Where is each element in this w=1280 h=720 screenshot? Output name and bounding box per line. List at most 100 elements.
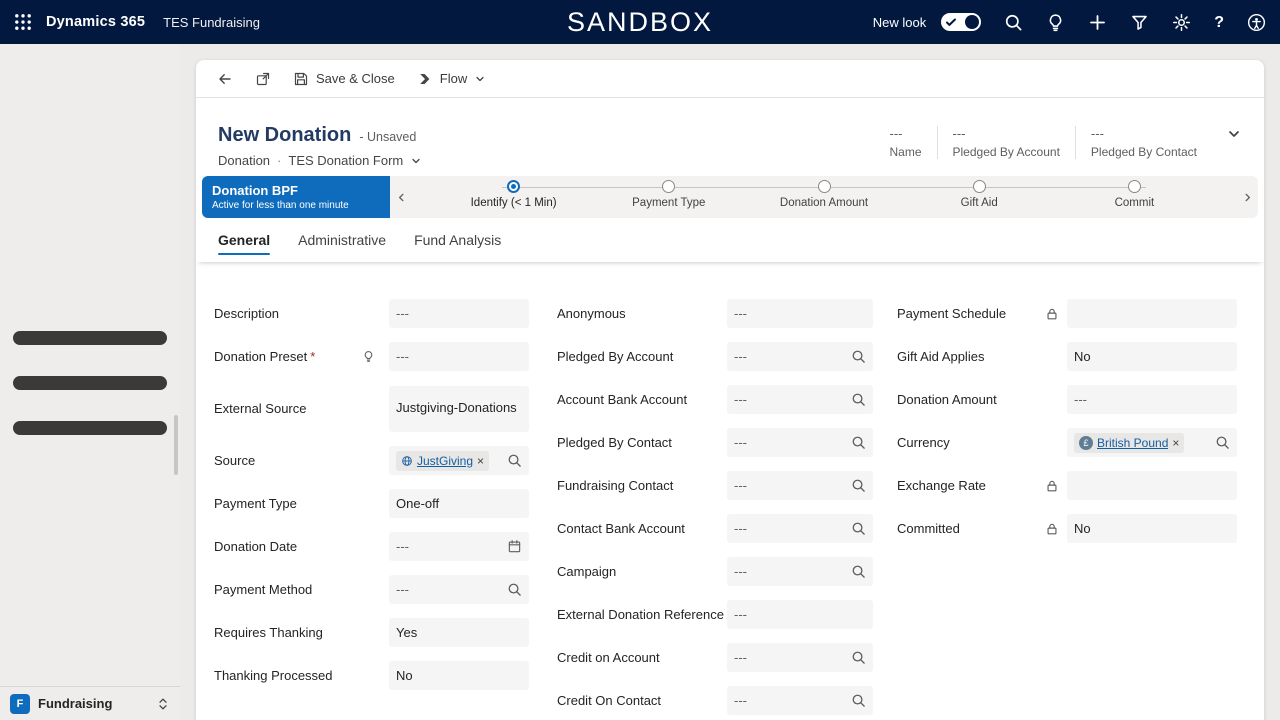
source-field[interactable]: JustGiving × (389, 446, 529, 475)
credit-on-contact-field[interactable]: --- (727, 686, 873, 715)
waffle-menu-icon[interactable] (14, 13, 32, 31)
header-summary-pledged-by-contact: --- Pledged By Contact (1074, 126, 1212, 159)
chevron-down-icon[interactable] (410, 155, 422, 167)
bpf-stage-payment-type[interactable]: Payment Type (591, 176, 746, 218)
back-button[interactable] (208, 65, 242, 93)
lookup-pill[interactable]: £ British Pound × (1074, 432, 1185, 453)
pledged-by-account-field[interactable]: --- (727, 342, 873, 371)
field-row-campaign: Campaign --- (557, 550, 897, 593)
lookup-search-icon[interactable] (851, 650, 866, 665)
lookup-link[interactable]: British Pound (1097, 436, 1168, 450)
flow-button[interactable]: Flow (408, 65, 495, 93)
donation-amount-field[interactable]: --- (1067, 385, 1237, 414)
exchange-rate-field[interactable] (1067, 471, 1237, 500)
field-label: Contact Bank Account (557, 521, 685, 536)
lookup-search-icon[interactable] (851, 693, 866, 708)
bpf-stage-identify[interactable]: Identify (< 1 Min) (436, 176, 591, 218)
new-look-toggle[interactable] (941, 13, 982, 31)
lookup-search-icon[interactable] (851, 392, 866, 407)
field-row-credit-on-account: Credit on Account --- (557, 636, 897, 679)
summary-value: --- (889, 126, 903, 141)
payment-method-field[interactable]: --- (389, 575, 529, 604)
committed-field[interactable]: No (1067, 514, 1237, 543)
summary-label: Pledged By Contact (1090, 145, 1197, 159)
lookup-search-icon[interactable] (507, 453, 522, 468)
area-name[interactable]: TES Fundraising (163, 15, 260, 30)
description-field[interactable]: --- (389, 299, 529, 328)
bpf-stage-commit[interactable]: Commit (1057, 176, 1212, 218)
anonymous-field[interactable]: --- (727, 299, 873, 328)
area-switcher[interactable]: F Fundraising (0, 686, 180, 720)
account-bank-account-field[interactable]: --- (727, 385, 873, 414)
main-content: Save & Close Flow New Donation - Unsaved (180, 44, 1280, 720)
lookup-pill[interactable]: JustGiving × (396, 450, 490, 471)
search-icon[interactable] (1004, 13, 1023, 32)
lookup-search-icon[interactable] (851, 564, 866, 579)
bpf-scroll-left[interactable] (390, 176, 412, 218)
field-value: No (1074, 521, 1091, 536)
lookup-search-icon[interactable] (851, 521, 866, 536)
lookup-link[interactable]: JustGiving (417, 454, 473, 468)
hamburger-menu-icon[interactable] (0, 65, 180, 686)
campaign-field[interactable]: --- (727, 557, 873, 586)
credit-on-account-field[interactable]: --- (727, 643, 873, 672)
requires-thanking-field[interactable]: Yes (389, 618, 529, 647)
stage-label: Commit (1114, 197, 1155, 209)
lookup-search-icon[interactable] (1215, 435, 1230, 450)
currency-field[interactable]: £ British Pound × (1067, 428, 1237, 457)
bpf-active-stage-chip[interactable]: Donation BPF Active for less than one mi… (202, 176, 390, 218)
app-name[interactable]: Dynamics 365 (46, 14, 145, 30)
settings-gear-icon[interactable] (1172, 13, 1191, 32)
accessibility-icon[interactable] (1247, 13, 1266, 32)
site-map-sidebar: Home Recent Pinned My Work Activities Da… (0, 44, 180, 720)
tab-fund-analysis[interactable]: Fund Analysis (414, 218, 501, 262)
tab-general[interactable]: General (218, 218, 271, 262)
external-source-field[interactable]: Justgiving-Donations (389, 385, 529, 432)
field-row-donation-amount: Donation Amount --- (897, 378, 1240, 421)
record-card: Save & Close Flow New Donation - Unsaved (196, 60, 1264, 720)
suggestion-bulb-icon[interactable] (362, 350, 375, 363)
entity-name: Donation (218, 153, 271, 168)
remove-value-icon[interactable]: × (1172, 437, 1179, 449)
field-row-donation-date: Donation Date --- (214, 525, 557, 568)
thanking-processed-field[interactable]: No (389, 661, 529, 690)
payment-schedule-field[interactable] (1067, 299, 1237, 328)
payment-type-field[interactable]: One-off (389, 489, 529, 518)
back-arrow-icon (217, 71, 233, 87)
fundraising-contact-field[interactable]: --- (727, 471, 873, 500)
add-icon[interactable] (1088, 13, 1107, 32)
bpf-scroll-right[interactable] (1236, 176, 1258, 218)
business-process-flow: Donation BPF Active for less than one mi… (202, 176, 1258, 218)
stage-label: Gift Aid (960, 197, 998, 209)
contact-bank-account-field[interactable]: --- (727, 514, 873, 543)
filter-icon[interactable] (1130, 13, 1149, 32)
lightbulb-icon[interactable] (1046, 13, 1065, 32)
lookup-search-icon[interactable] (507, 582, 522, 597)
sidebar-scrollbar[interactable] (174, 415, 178, 475)
external-donation-reference-field[interactable]: --- (727, 600, 873, 629)
stage-dot (817, 180, 831, 193)
form-selector[interactable]: TES Donation Form (288, 153, 403, 168)
donation-preset-field[interactable]: --- (389, 342, 529, 371)
currency-coin-icon: £ (1079, 435, 1093, 450)
pledged-by-contact-field[interactable]: --- (727, 428, 873, 457)
lock-icon (1045, 479, 1059, 493)
save-and-close-button[interactable]: Save & Close (284, 65, 404, 93)
open-form-switcher-button[interactable] (246, 65, 280, 93)
calendar-picker-icon[interactable] (507, 539, 522, 554)
collapse-header-icon[interactable] (1226, 126, 1242, 142)
lookup-search-icon[interactable] (851, 478, 866, 493)
lookup-search-icon[interactable] (851, 435, 866, 450)
tab-administrative[interactable]: Administrative (298, 218, 386, 262)
lookup-search-icon[interactable] (851, 349, 866, 364)
bpf-stage-donation-amount[interactable]: Donation Amount (746, 176, 901, 218)
gift-aid-applies-field[interactable]: No (1067, 342, 1237, 371)
help-icon[interactable]: ? (1214, 13, 1224, 32)
donation-date-field[interactable]: --- (389, 532, 529, 561)
field-row-donation-preset: Donation Preset * --- (214, 335, 557, 378)
chevron-up-down-icon (156, 697, 170, 711)
field-label: Currency (897, 435, 950, 450)
remove-value-icon[interactable]: × (477, 455, 484, 467)
new-look-label: New look (872, 14, 927, 30)
bpf-stage-gift-aid[interactable]: Gift Aid (902, 176, 1057, 218)
